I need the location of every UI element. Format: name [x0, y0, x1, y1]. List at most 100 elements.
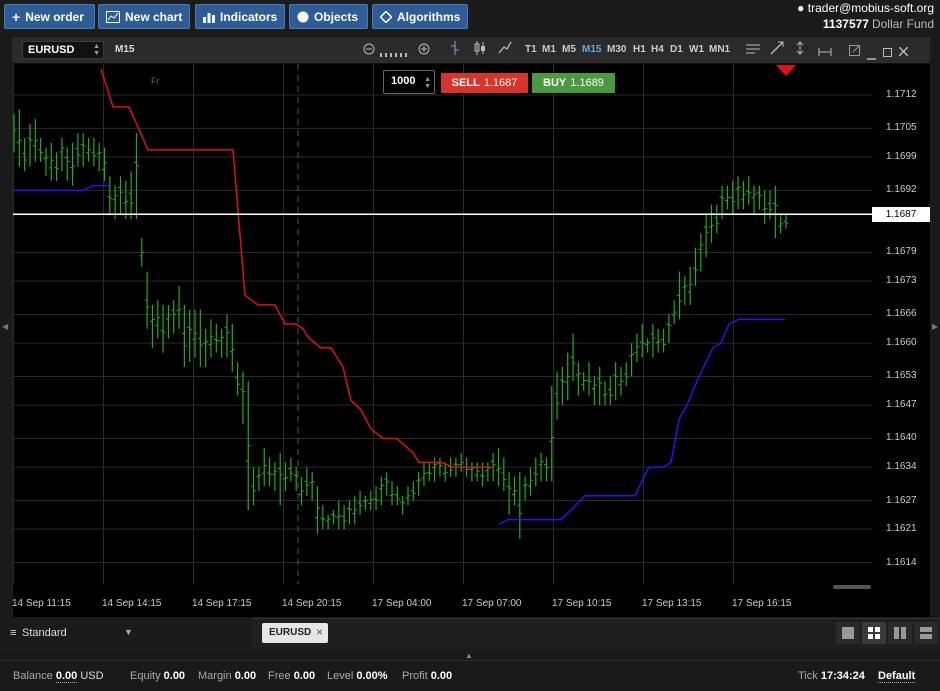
- price-tick-label: 1.1627: [886, 494, 917, 506]
- horizontal-scrollbar[interactable]: [833, 585, 871, 589]
- price-tick-label: 1.1666: [886, 308, 917, 320]
- layout-rows-button[interactable]: [914, 622, 938, 644]
- layout-menu-icon: ≡: [10, 627, 17, 639]
- layout-selector[interactable]: ≡ Standard ▼: [0, 618, 252, 648]
- line-chart-type-icon[interactable]: [498, 41, 512, 60]
- tf-t1[interactable]: T1: [525, 44, 537, 55]
- zoom-out-icon[interactable]: [363, 42, 375, 60]
- tf-h4[interactable]: H4: [651, 44, 664, 55]
- price-tick-label: 1.1614: [886, 556, 917, 568]
- bar-chart-type-icon[interactable]: [450, 41, 460, 60]
- objects-icon: [297, 11, 309, 22]
- spinner-icon: ▲ ▼: [93, 43, 100, 57]
- time-tick-label: 14 Sep 11:15: [12, 598, 71, 609]
- chart-svg: [13, 64, 872, 584]
- panel-collapse-icon[interactable]: ▲: [465, 651, 473, 660]
- plus-icon: +: [12, 8, 21, 25]
- equity-field: Equity 0.00: [130, 670, 186, 682]
- price-tick-label: 1.1653: [886, 370, 917, 382]
- tf-m1[interactable]: M1: [542, 44, 556, 55]
- price-tick-label: 1.1673: [886, 275, 917, 287]
- grid-pane-icon: [868, 627, 880, 639]
- price-tick-label: 1.1647: [886, 399, 917, 411]
- maximize-icon[interactable]: [883, 44, 892, 62]
- price-axis[interactable]: 1.1712 1.1705 1.1699 1.1692 1.1679 1.1673 1.16…: [872, 64, 930, 584]
- close-tab-icon[interactable]: ×: [316, 625, 323, 639]
- bar-chart-icon: [203, 12, 215, 23]
- indicator-list-icon[interactable]: [746, 42, 760, 60]
- price-tick-label: 1.1699: [886, 151, 917, 163]
- chart-timeframe-label: M15: [115, 44, 135, 55]
- price-tick-label: 1.1712: [886, 89, 917, 100]
- profit-field: Profit 0.00: [402, 670, 453, 682]
- tf-w1[interactable]: W1: [689, 44, 704, 55]
- price-tick-label: 1.1660: [886, 337, 917, 349]
- chevron-down-icon: ▼: [124, 627, 133, 637]
- time-tick-label: 17 Sep 10:15: [552, 598, 612, 609]
- price-tick-label: 1.1679: [886, 246, 917, 258]
- time-axis[interactable]: 14 Sep 11:15 14 Sep 14:15 14 Sep 17:15 14 S…: [12, 584, 930, 617]
- layout-single-button[interactable]: [836, 622, 860, 644]
- tick-field: Tick 17:34:24: [798, 670, 865, 682]
- account-fund: Dollar Fund: [871, 17, 934, 31]
- price-tick-label: 1.1621: [886, 523, 917, 535]
- price-tick-label: 1.1705: [886, 122, 917, 134]
- balance-field: Balance 0.00 USD: [13, 670, 104, 683]
- buy-button[interactable]: BUY 1.1689: [532, 73, 615, 93]
- symbol-selector[interactable]: EURUSD ▲ ▼: [22, 41, 104, 59]
- layout-grid-button[interactable]: [862, 622, 886, 644]
- server-selector[interactable]: Default: [878, 670, 916, 683]
- tf-m5[interactable]: M5: [562, 44, 576, 55]
- sell-button[interactable]: SELL 1.1687: [441, 73, 528, 93]
- top-toolbar: + New order New chart Indicators Objects…: [0, 0, 940, 34]
- layout-columns-button[interactable]: [888, 622, 912, 644]
- account-id: 1137577: [822, 17, 869, 31]
- tf-m15[interactable]: M15: [582, 44, 601, 55]
- chart-tab-eurusd[interactable]: EURUSD ×: [262, 623, 328, 643]
- indicators-button[interactable]: Indicators: [195, 4, 285, 29]
- margin-field: Margin 0.00: [198, 670, 257, 682]
- time-tick-label: 17 Sep 04:00: [372, 598, 432, 609]
- price-tick-label: 1.1692: [886, 184, 917, 196]
- rows-pane-icon: [920, 627, 932, 639]
- new-order-button[interactable]: + New order: [4, 4, 95, 29]
- quantity-input[interactable]: 1000 ▲ ▼: [383, 70, 435, 94]
- zoom-slider[interactable]: [380, 45, 416, 63]
- tf-h1[interactable]: H1: [633, 44, 646, 55]
- user-icon: ●: [797, 1, 805, 15]
- new-chart-button[interactable]: New chart: [98, 4, 190, 29]
- tf-m30[interactable]: M30: [607, 44, 626, 55]
- expand-diagonal-icon[interactable]: [770, 41, 784, 60]
- objects-button[interactable]: Objects: [289, 4, 368, 29]
- left-collapse-icon[interactable]: ◀: [2, 322, 8, 331]
- horizontal-resize-icon[interactable]: [818, 43, 832, 61]
- candlestick-type-icon[interactable]: [474, 41, 486, 60]
- close-icon[interactable]: [898, 43, 909, 61]
- chart-icon: [106, 10, 120, 23]
- diamond-icon: [380, 10, 392, 23]
- zoom-in-icon[interactable]: [418, 42, 430, 60]
- vertical-resize-icon[interactable]: [796, 41, 804, 60]
- detach-icon[interactable]: [849, 43, 860, 61]
- price-chart[interactable]: Fr: [13, 64, 872, 584]
- tf-mn1[interactable]: MN1: [709, 44, 730, 55]
- status-bar: Balance 0.00 USD Equity 0.00 Margin 0.00…: [0, 660, 940, 691]
- right-collapse-icon[interactable]: ▶: [932, 322, 938, 331]
- price-tick-label: 1.1634: [886, 461, 917, 473]
- time-tick-label: 14 Sep 20:15: [282, 598, 342, 609]
- free-field: Free 0.00: [268, 670, 316, 682]
- account-email: trader@mobius-soft.org: [807, 1, 934, 15]
- algorithms-button[interactable]: Algorithms: [372, 4, 468, 29]
- level-field: Level 0.00%: [327, 670, 388, 682]
- current-price-label: 1.1687: [872, 207, 930, 223]
- time-tick-label: 17 Sep 07:00: [462, 598, 522, 609]
- marker-triangle-icon: [776, 64, 796, 82]
- tf-d1[interactable]: D1: [670, 44, 683, 55]
- single-pane-icon: [842, 627, 854, 639]
- account-panel[interactable]: ● trader@mobius-soft.org 1137577 Dollar F…: [797, 1, 934, 31]
- time-tick-label: 17 Sep 13:15: [642, 598, 702, 609]
- lower-band-line: [13, 184, 109, 192]
- price-tick-label: 1.1640: [886, 432, 917, 444]
- minimize-icon[interactable]: [867, 47, 876, 65]
- spinner-icon: ▲ ▼: [424, 76, 431, 90]
